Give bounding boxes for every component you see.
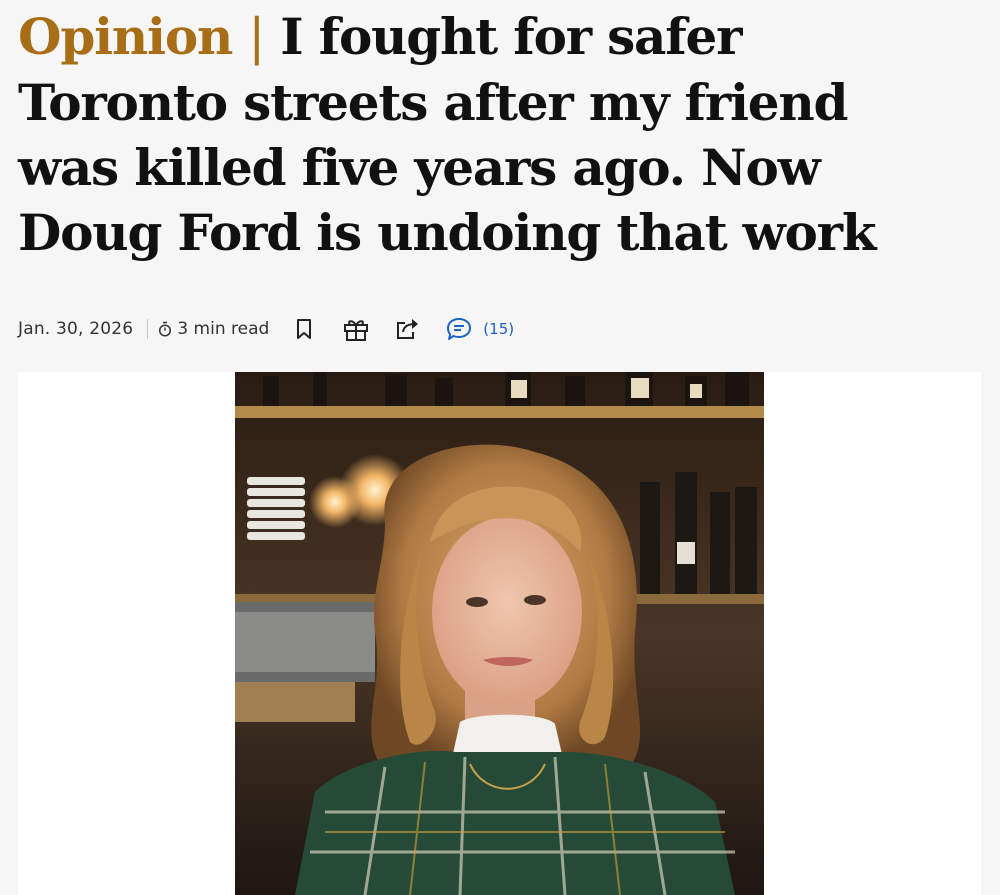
stopwatch-icon bbox=[159, 321, 172, 337]
kicker-separator: | bbox=[248, 8, 265, 66]
section-kicker[interactable]: Opinion bbox=[18, 7, 233, 66]
article-headline: Opinion | I fought for safer Toronto str… bbox=[18, 4, 918, 265]
meta-divider bbox=[147, 319, 149, 339]
share-icon bbox=[397, 319, 419, 339]
publish-date: Jan. 30, 2026 bbox=[18, 319, 134, 339]
bookmark-icon bbox=[297, 319, 312, 339]
article-page: Opinion | I fought for safer Toronto str… bbox=[0, 0, 1000, 895]
portrait-illustration bbox=[235, 372, 764, 895]
article-meta-bar: Jan. 30, 2026 3 min read (15) bbox=[18, 312, 514, 346]
gift-article-button[interactable] bbox=[339, 312, 373, 346]
read-time-label: 3 min read bbox=[177, 319, 270, 339]
share-button[interactable] bbox=[391, 312, 425, 346]
comments-link[interactable]: (15) bbox=[445, 316, 514, 342]
read-time: 3 min read bbox=[158, 319, 269, 339]
comment-count: (15) bbox=[483, 320, 515, 338]
comment-icon bbox=[447, 318, 472, 340]
gift-icon bbox=[344, 320, 369, 341]
bookmark-button[interactable] bbox=[287, 312, 321, 346]
lead-photo bbox=[235, 372, 764, 895]
lead-image-container bbox=[18, 372, 981, 895]
